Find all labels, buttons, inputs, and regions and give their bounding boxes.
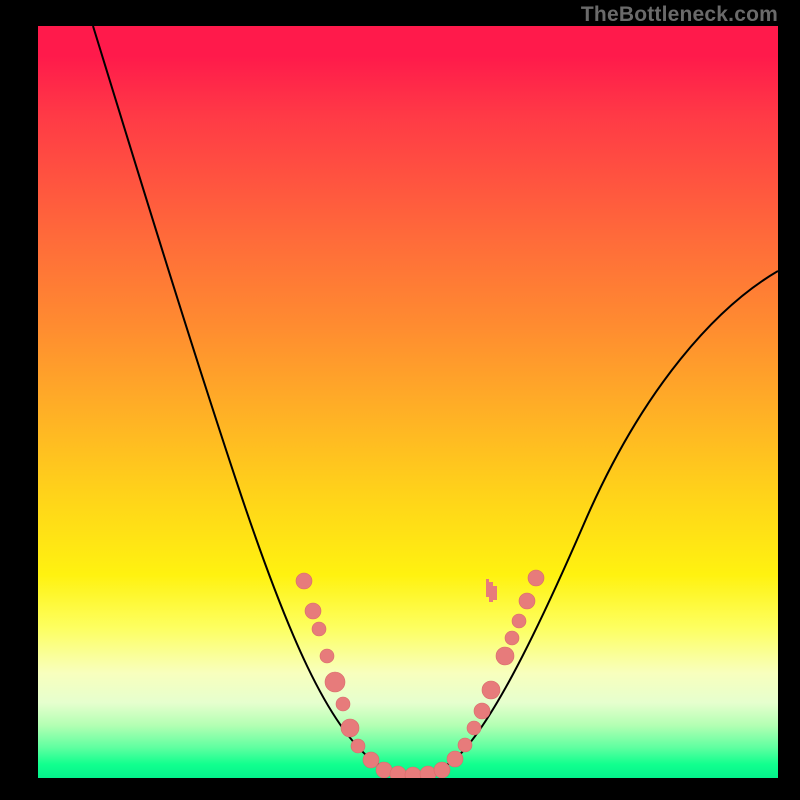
score-bar: [493, 586, 497, 600]
data-marker: [505, 631, 519, 645]
chart-frame: TheBottleneck.com: [0, 0, 800, 800]
data-marker: [519, 593, 535, 609]
data-marker: [390, 766, 406, 778]
data-marker: [325, 672, 345, 692]
data-marker: [312, 622, 326, 636]
bottleneck-curve: [93, 26, 778, 774]
data-marker: [474, 703, 490, 719]
watermark-text: TheBottleneck.com: [581, 3, 778, 27]
data-marker: [434, 762, 450, 778]
data-marker: [336, 697, 350, 711]
curve-group: [93, 26, 778, 774]
data-marker: [305, 603, 321, 619]
score-bar: [486, 579, 489, 597]
score-bars: [486, 579, 497, 602]
data-marker: [351, 739, 365, 753]
data-marker: [341, 719, 359, 737]
data-marker: [405, 767, 421, 778]
score-bar: [489, 582, 493, 602]
data-marker: [482, 681, 500, 699]
chart-svg: [38, 26, 778, 778]
plot-area: [38, 26, 778, 778]
data-marker: [320, 649, 334, 663]
data-marker: [296, 573, 312, 589]
data-marker: [420, 766, 436, 778]
data-marker: [363, 752, 379, 768]
data-marker: [467, 721, 481, 735]
data-marker: [447, 751, 463, 767]
data-marker: [512, 614, 526, 628]
data-marker: [376, 762, 392, 778]
data-marker: [528, 570, 544, 586]
data-marker: [458, 738, 472, 752]
data-marker: [496, 647, 514, 665]
data-markers: [296, 570, 544, 778]
